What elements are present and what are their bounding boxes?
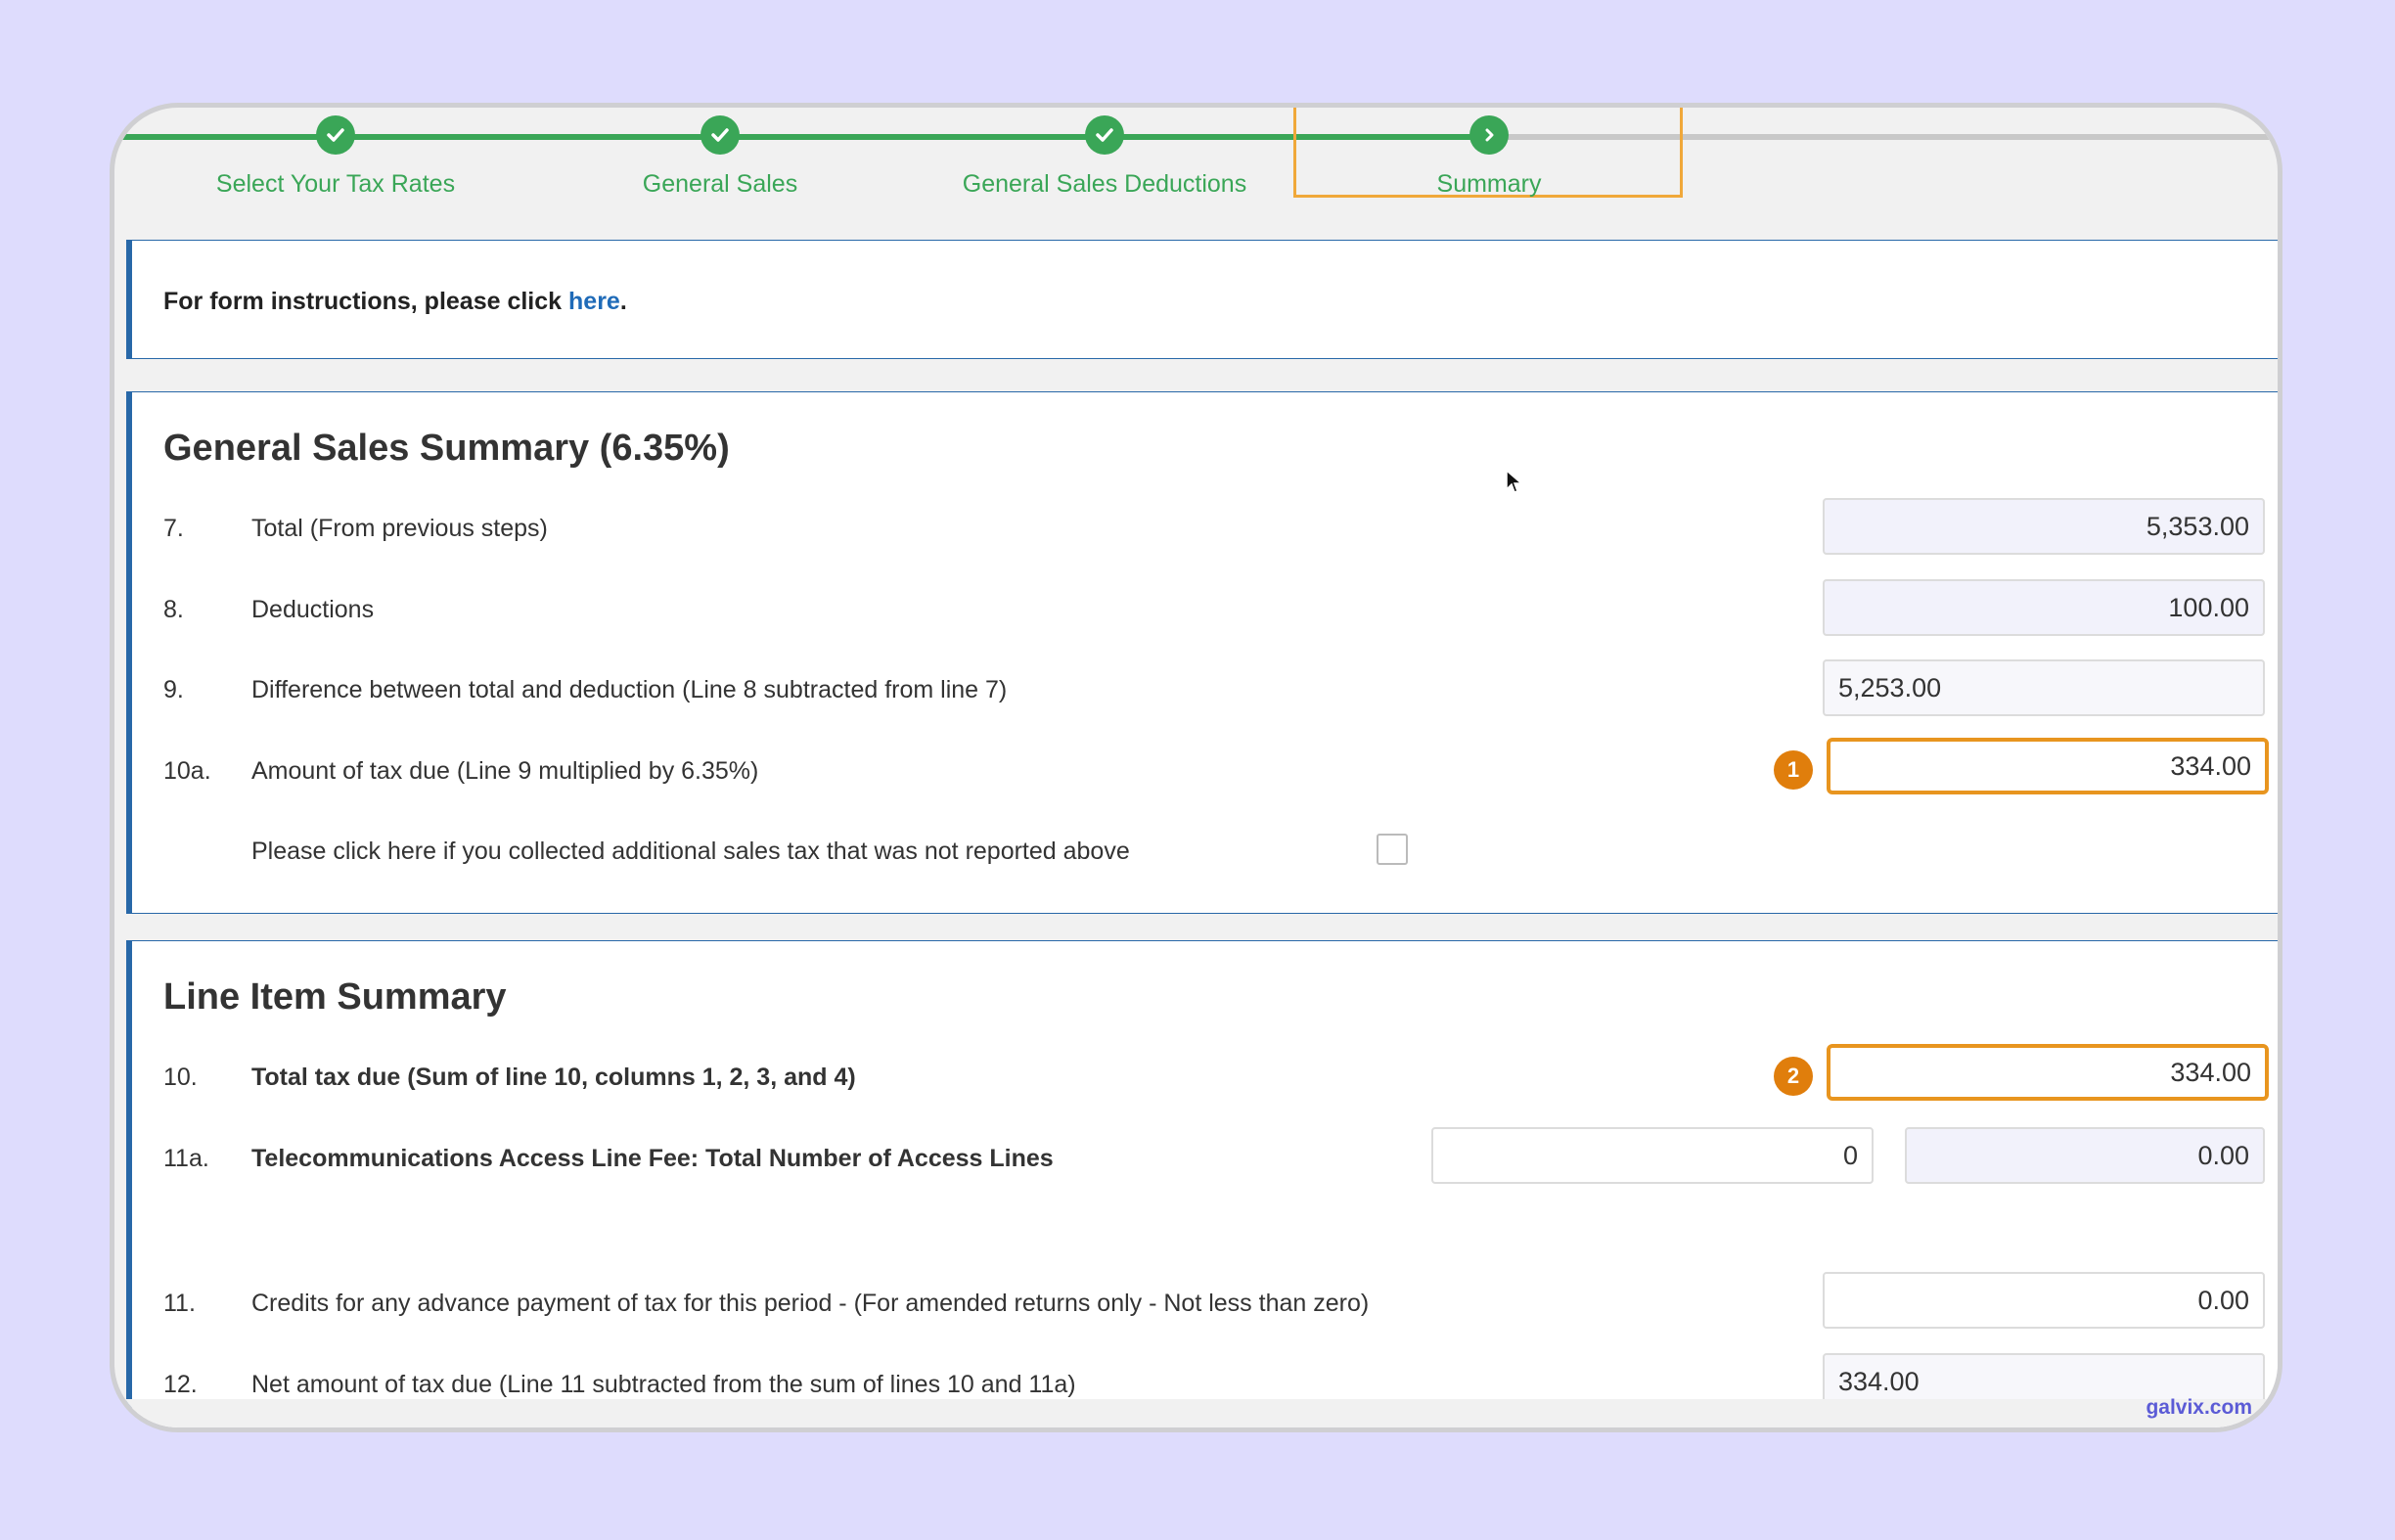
step-general-sales-deductions[interactable]: General Sales Deductions	[909, 170, 1300, 199]
row-label: Difference between total and deduction (…	[251, 676, 1008, 703]
total-field: 5,353.00	[1823, 498, 2265, 555]
section-title: General Sales Summary (6.35%)	[163, 428, 730, 469]
row-number: 7.	[163, 515, 184, 542]
section-title: Line Item Summary	[163, 976, 507, 1018]
additional-tax-checkbox[interactable]	[1377, 834, 1408, 865]
bottom-strip	[114, 1399, 2278, 1427]
check-icon	[700, 115, 740, 155]
row-label: Amount of tax due (Line 9 multiplied by …	[251, 757, 759, 785]
step-summary[interactable]: Summary	[1293, 170, 1685, 199]
row-label: Deductions	[251, 596, 375, 623]
row-number: 11a.	[163, 1145, 209, 1172]
line-item-summary-panel: Line Item Summary 10. Total tax due (Sum…	[126, 940, 2278, 1427]
row-label: Total tax due (Sum of line 10, columns 1…	[251, 1064, 856, 1091]
general-sales-summary-panel: General Sales Summary (6.35%) 7. Total (…	[126, 391, 2278, 914]
row-number: 9.	[163, 676, 184, 703]
row-label: Total (From previous steps)	[251, 515, 548, 542]
total-tax-due-field[interactable]: 334.00	[1827, 1044, 2269, 1101]
check-icon	[1085, 115, 1124, 155]
row-number: 10.	[163, 1064, 198, 1091]
callout-badge-1: 1	[1774, 750, 1813, 790]
instructions-text: For form instructions, please click here…	[163, 288, 627, 315]
callout-badge-2: 2	[1774, 1057, 1813, 1096]
chevron-right-icon	[1469, 115, 1509, 155]
row-label: Telecommunications Access Line Fee: Tota…	[251, 1145, 1054, 1172]
access-line-fee-field: 0.00	[1905, 1127, 2265, 1184]
tax-due-field[interactable]: 334.00	[1827, 738, 2269, 794]
difference-field: 5,253.00	[1823, 659, 2265, 716]
step-select-tax-rates[interactable]: Select Your Tax Rates	[140, 170, 531, 199]
row-label: Net amount of tax due (Line 11 subtracte…	[251, 1371, 1076, 1398]
row-number: 12.	[163, 1371, 198, 1398]
instructions-panel: For form instructions, please click here…	[126, 240, 2278, 359]
instructions-link[interactable]: here	[568, 288, 620, 315]
additional-tax-label: Please click here if you collected addit…	[251, 838, 1130, 865]
row-number: 8.	[163, 596, 184, 623]
mouse-cursor-icon	[1506, 470, 1523, 493]
step-general-sales[interactable]: General Sales	[524, 170, 916, 199]
check-icon	[316, 115, 355, 155]
browser-frame: Select Your Tax Rates General Sales Gene…	[110, 103, 2282, 1432]
credits-input[interactable]: 0.00	[1823, 1272, 2265, 1329]
deductions-field: 100.00	[1823, 579, 2265, 636]
access-lines-input[interactable]: 0	[1431, 1127, 1874, 1184]
row-number: 10a.	[163, 757, 211, 785]
watermark: galvix.com	[2146, 1396, 2252, 1419]
row-number: 11.	[163, 1290, 196, 1317]
row-label: Credits for any advance payment of tax f…	[251, 1290, 1370, 1317]
